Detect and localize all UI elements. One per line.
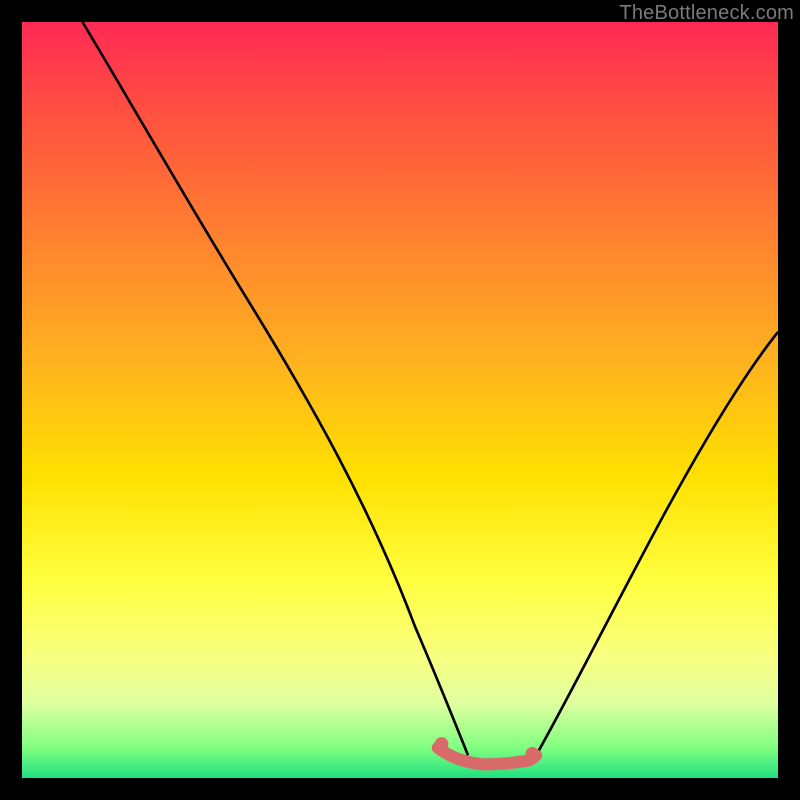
bottom-highlight <box>438 748 536 765</box>
highlight-dot-right <box>525 747 539 761</box>
right-curve <box>536 332 778 755</box>
watermark-text: TheBottleneck.com <box>619 2 794 25</box>
left-curve <box>82 22 468 755</box>
chart-frame: TheBottleneck.com <box>0 0 800 800</box>
curve-overlay <box>22 22 778 778</box>
highlight-dot-left <box>435 737 449 751</box>
